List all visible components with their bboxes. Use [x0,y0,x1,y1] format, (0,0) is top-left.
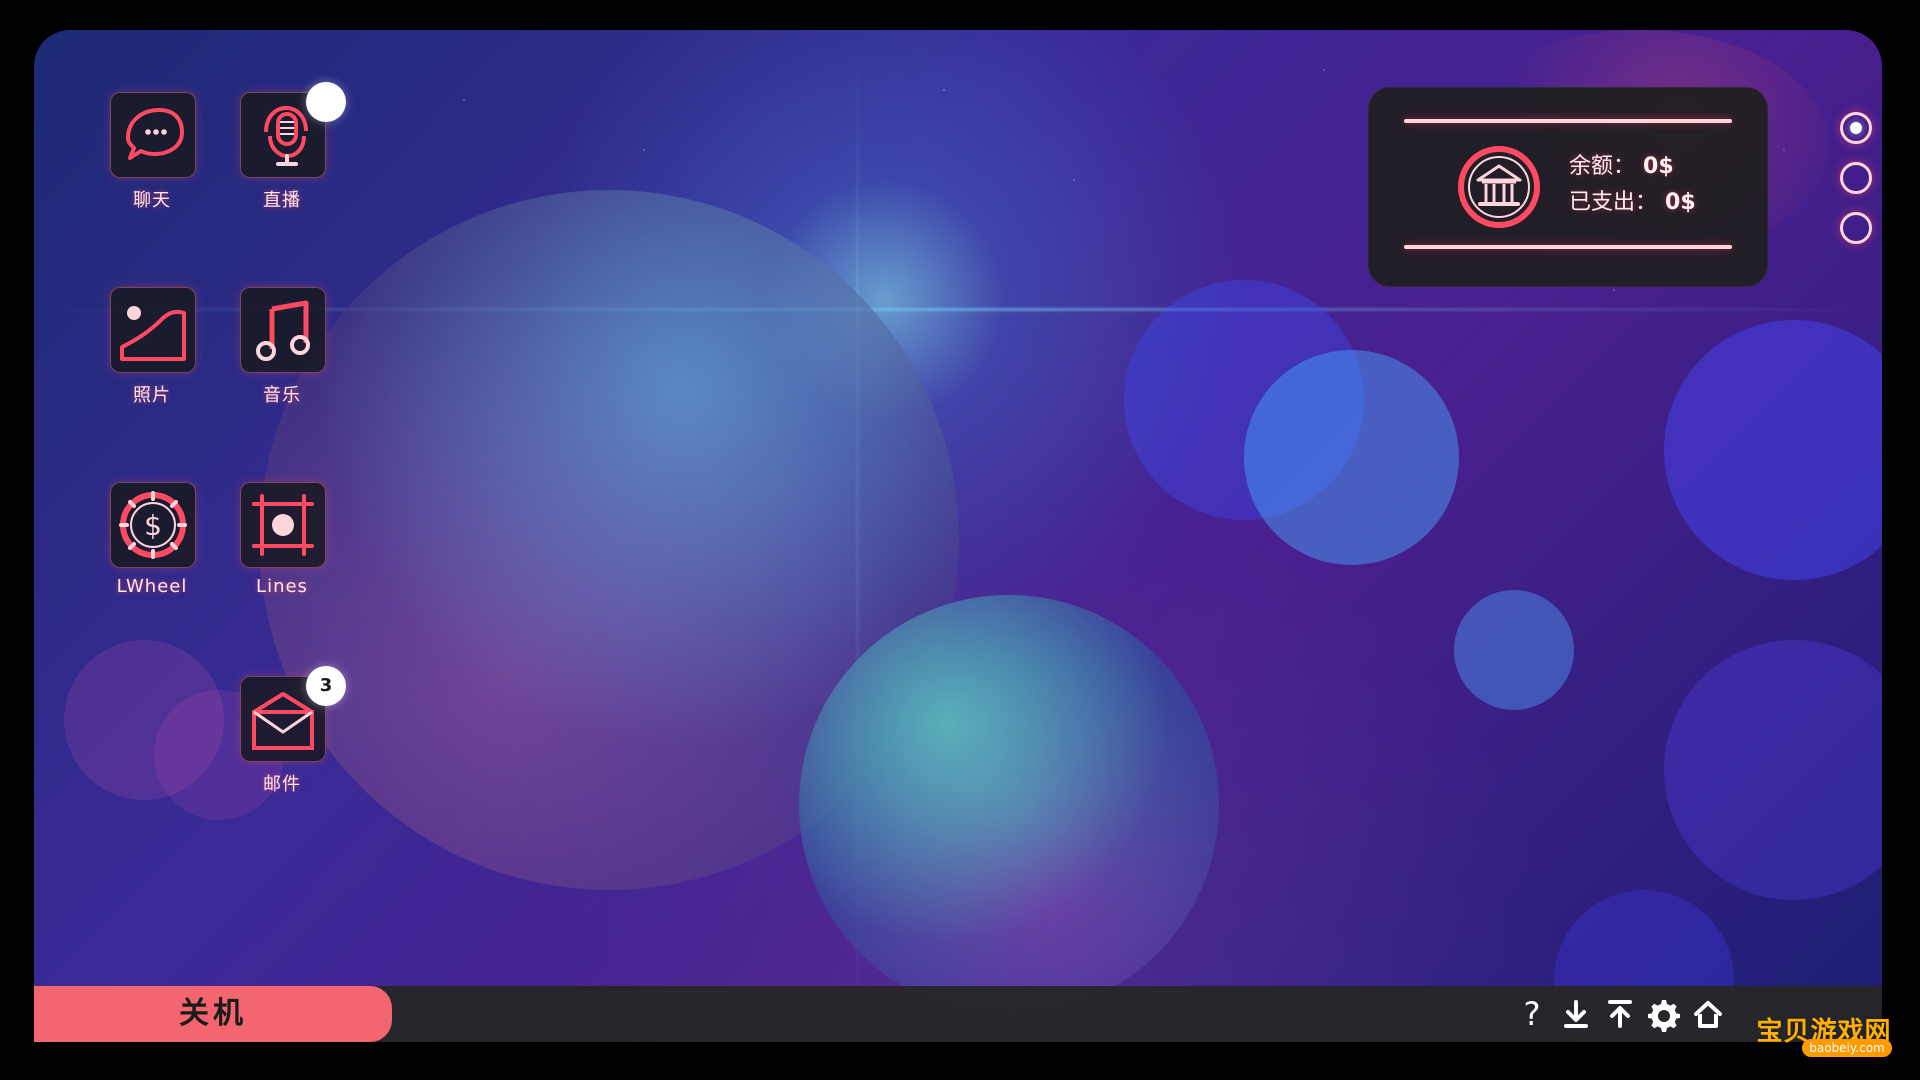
svg-text:$: $ [144,509,162,542]
app-lwheel[interactable]: $ LWheel [100,482,204,622]
app-label: 直播 [263,190,301,211]
app-tile [240,482,326,568]
bank-balance-value: 0$ [1643,154,1674,179]
bank-bottom-rule [1404,245,1732,249]
home-icon[interactable] [1688,994,1728,1034]
planet-small [799,595,1219,1015]
page-indicator-3[interactable] [1840,212,1872,244]
app-chat[interactable]: 聊天 [100,92,204,232]
app-tile: $ [110,482,196,568]
bokeh-circle [1454,590,1574,710]
bank-spent: 已支出： 0$ [1569,184,1696,216]
app-music[interactable]: 音乐 [230,287,334,427]
shutdown-button[interactable]: 关机 [34,986,392,1042]
app-label: 照片 [133,385,171,406]
bank-top-rule [1404,119,1732,123]
app-live[interactable]: 直播 [230,82,346,232]
app-photos[interactable]: 照片 [100,287,204,427]
notification-dot [306,82,346,122]
settings-icon[interactable] [1644,994,1684,1034]
app-label: 音乐 [263,385,301,406]
bokeh-circle [1244,350,1459,565]
upload-icon[interactable] [1600,994,1640,1034]
app-mail[interactable]: 3 邮件 [230,666,346,816]
app-tile [240,287,326,373]
bank-balance-label: 余额： [1569,154,1636,179]
bank-spent-value: 0$ [1665,190,1696,215]
app-lines[interactable]: Lines [230,482,334,622]
grid-target-icon [252,494,314,556]
page-indicator-1[interactable] [1840,112,1872,144]
photo-icon [120,306,186,361]
app-tile [110,287,196,373]
dollar-wheel-icon: $ [119,491,187,559]
taskbar: 关机 ? [34,986,1882,1042]
app-tile [110,92,196,178]
bank-icon [1454,142,1544,232]
app-label: 邮件 [263,774,301,795]
bokeh-circle [1664,320,1882,580]
download-icon[interactable] [1556,994,1596,1034]
app-label: LWheel [116,576,188,597]
help-icon[interactable]: ? [1512,994,1552,1034]
bank-balance: 余额： 0$ [1569,148,1674,180]
app-label: 聊天 [133,190,171,211]
chat-bubble-icon [126,108,184,160]
notification-badge: 3 [306,666,346,706]
bank-spent-label: 已支出： [1569,190,1658,215]
music-note-icon [256,300,310,361]
bank-panel: 余额： 0$ 已支出： 0$ [1368,87,1768,287]
page-indicator-2[interactable] [1840,162,1872,194]
desktop: 聊天 直播 照片 音乐 $ LWheel Lines 3 邮件 余额： 0$ 已… [34,30,1882,1042]
app-label: Lines [256,576,308,597]
bokeh-circle [1664,640,1882,900]
